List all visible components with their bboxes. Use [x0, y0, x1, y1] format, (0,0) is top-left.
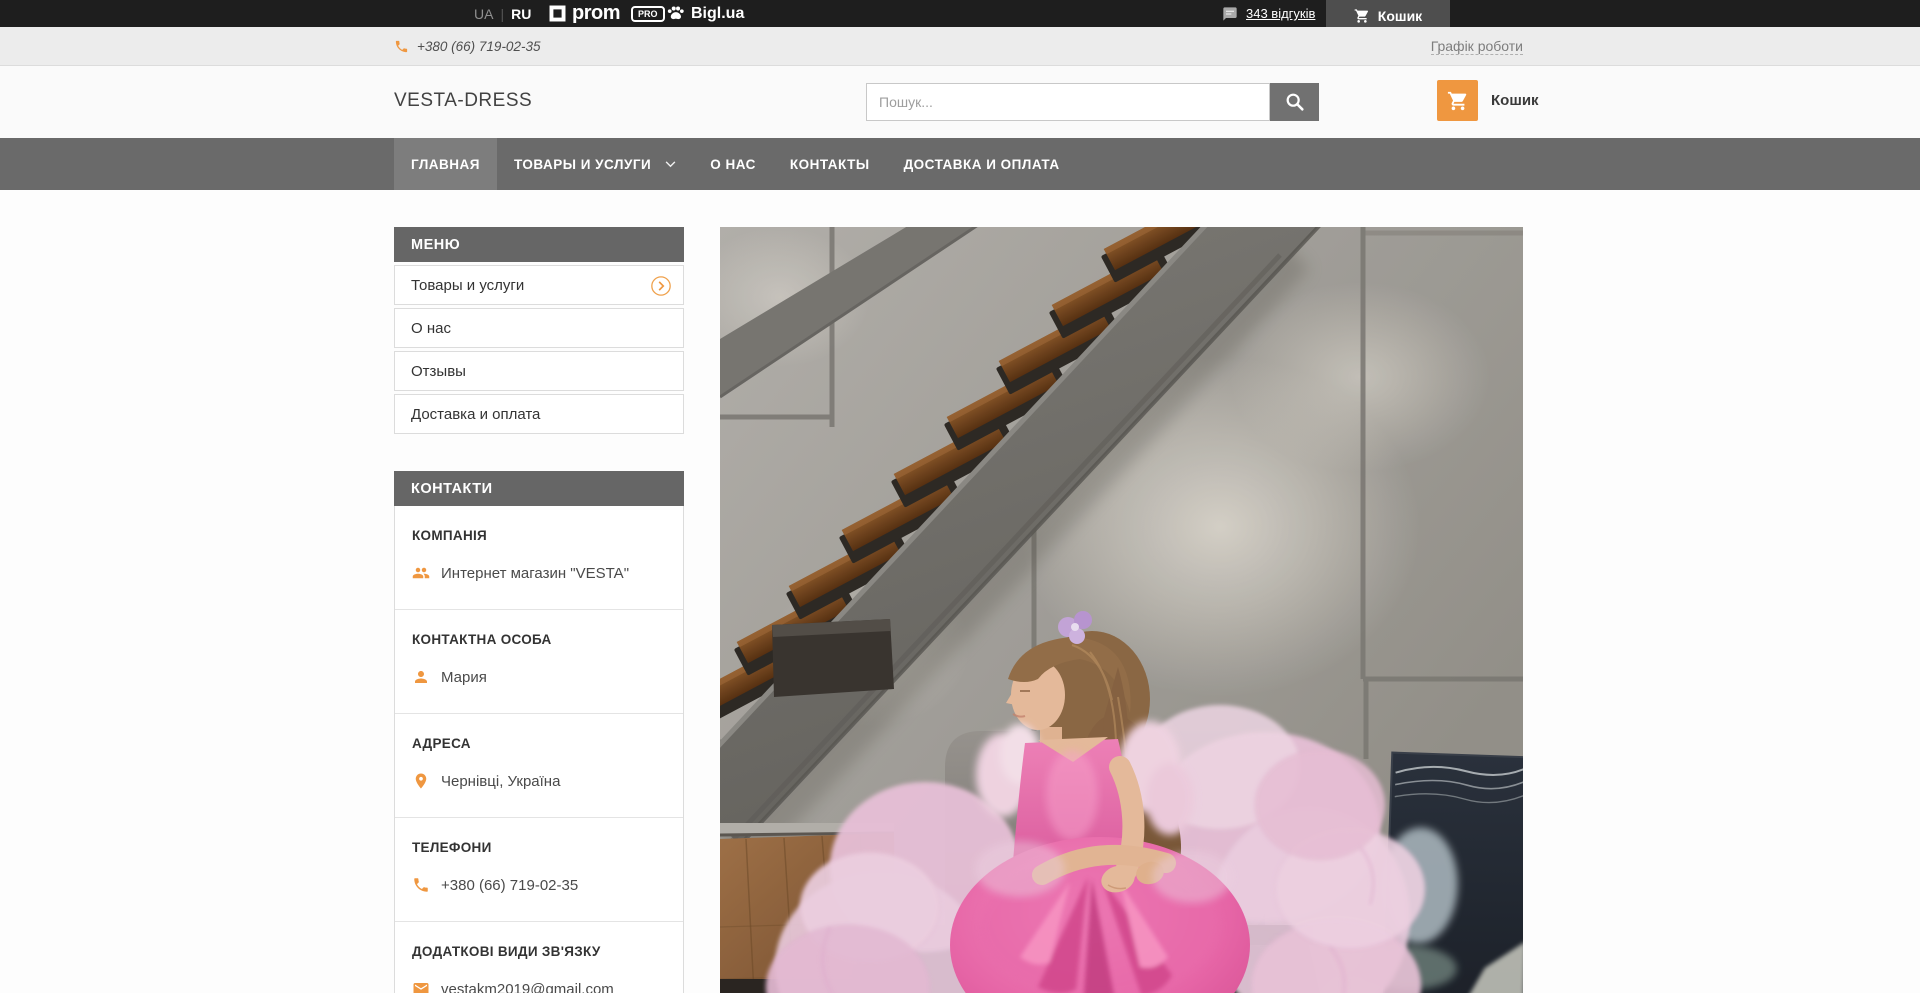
search-input[interactable] — [866, 83, 1270, 121]
header-cart-label: Кошик — [1491, 92, 1539, 109]
sidebar-item-delivery[interactable]: Доставка и оплата — [394, 394, 684, 434]
contact-value contact-phone[interactable]: +380 (66) 719-02-35 — [441, 877, 578, 894]
contact-section-phones: ТЕЛЕФОНИ +380 (66) 719-02-35 — [395, 818, 683, 922]
prom-logo[interactable]: prom PRO — [548, 0, 665, 27]
contact-heading: ДОДАТКОВІ ВИДИ ЗВ'ЯЗКУ — [412, 944, 666, 959]
nav-label: ГЛАВНАЯ — [411, 157, 480, 172]
contact-heading: ТЕЛЕФОНИ — [412, 840, 666, 855]
top-marketplace-bar: UA | RU prom PRO Bigl.ua 343 відгуків — [0, 0, 1920, 27]
contact-value: Интернет магазин "VESTA" — [441, 565, 629, 582]
search-button[interactable] — [1270, 83, 1319, 121]
sidebar-item-about[interactable]: О нас — [394, 308, 684, 348]
reviews-link[interactable]: 343 відгуків — [1246, 6, 1315, 21]
sidebar-item-label: Доставка и оплата — [411, 406, 540, 423]
sidebar-item-label: Товары и услуги — [411, 277, 524, 294]
lang-separator: | — [500, 6, 504, 22]
site-logo[interactable]: VESTA-DRESS — [394, 90, 532, 112]
lang-ua[interactable]: UA — [474, 6, 493, 22]
header-cart[interactable]: Кошик — [1437, 80, 1539, 121]
bigl-logo[interactable]: Bigl.ua — [666, 0, 744, 27]
site-header: VESTA-DRESS Кошик — [0, 66, 1920, 138]
language-switcher: UA | RU — [474, 0, 531, 27]
nav-item-contacts[interactable]: КОНТАКТЫ — [773, 138, 887, 190]
contact-value: Чернівці, Україна — [441, 773, 560, 790]
page: UA | RU prom PRO Bigl.ua 343 відгуків — [0, 0, 1920, 993]
pro-badge: PRO — [631, 6, 665, 22]
cart-icon — [1354, 8, 1370, 24]
nav-item-about[interactable]: О НАС — [693, 138, 773, 190]
search-icon — [1284, 91, 1306, 113]
speech-bubble-icon — [1222, 6, 1238, 22]
prom-logo-text: prom — [572, 2, 620, 25]
bigl-logo-text: Bigl.ua — [691, 5, 744, 23]
header-phone-number: +380 (66) 719-02-35 — [417, 39, 540, 54]
contacts-panel-header: КОНТАКТИ — [394, 471, 684, 506]
contact-heading: КОМПАНІЯ — [412, 528, 666, 543]
company-icon — [412, 564, 430, 582]
contacts-panel: КОМПАНІЯ Интернет магазин "VESTA" КОНТАК… — [394, 506, 684, 993]
nav-item-products[interactable]: ТОВАРЫ И УСЛУГИ — [497, 138, 693, 190]
header-phone[interactable]: +380 (66) 719-02-35 — [394, 27, 540, 66]
schedule-block: Графік роботи — [1431, 27, 1523, 66]
sidebar-item-products[interactable]: Товары и услуги — [394, 265, 684, 305]
location-icon — [412, 772, 430, 790]
menu-panel-header: МЕНЮ — [394, 227, 684, 262]
main-nav: ГЛАВНАЯ ТОВАРЫ И УСЛУГИ О НАС КОНТАКТЫ Д… — [0, 138, 1920, 190]
header-cart-button[interactable] — [1437, 80, 1478, 121]
person-icon — [412, 668, 430, 686]
prom-square-icon — [548, 4, 567, 23]
contact-heading: АДРЕСА — [412, 736, 666, 751]
contact-section-company: КОМПАНІЯ Интернет магазин "VESTA" — [395, 506, 683, 610]
nav-item-delivery[interactable]: ДОСТАВКА И ОПЛАТА — [887, 138, 1077, 190]
schedule-link[interactable]: Графік роботи — [1431, 38, 1523, 55]
email-icon — [412, 980, 430, 993]
nav-label: КОНТАКТЫ — [790, 157, 870, 172]
nav-label: О НАС — [710, 157, 756, 172]
chevron-down-icon — [665, 161, 676, 168]
cart-icon — [1447, 90, 1469, 112]
paw-icon — [666, 5, 685, 22]
phone-icon — [394, 39, 409, 54]
hero-photo — [720, 227, 1523, 993]
contact-section-person: КОНТАКТНА ОСОБА Мария — [395, 610, 683, 714]
contact-heading: КОНТАКТНА ОСОБА — [412, 632, 666, 647]
lang-ru[interactable]: RU — [511, 6, 531, 22]
nav-label: ДОСТАВКА И ОПЛАТА — [904, 157, 1060, 172]
topbar-cart-label: Кошик — [1378, 8, 1422, 24]
reviews-block: 343 відгуків — [1222, 0, 1315, 27]
sidebar-item-label: Отзывы — [411, 363, 466, 380]
nav-label: ТОВАРЫ И УСЛУГИ — [514, 157, 651, 172]
sidebar: МЕНЮ Товары и услуги О нас Отзывы Достав… — [394, 227, 684, 993]
search-bar — [866, 83, 1319, 121]
nav-item-home[interactable]: ГЛАВНАЯ — [394, 138, 497, 190]
sidebar-item-reviews[interactable]: Отзывы — [394, 351, 684, 391]
submenu-arrow-icon — [650, 275, 672, 301]
sidebar-item-label: О нас — [411, 320, 451, 337]
contact-section-address: АДРЕСА Чернівці, Україна — [395, 714, 683, 818]
info-bar: +380 (66) 719-02-35 Графік роботи — [0, 27, 1920, 66]
contact-section-email: ДОДАТКОВІ ВИДИ ЗВ'ЯЗКУ vestakm2019@gmail… — [395, 922, 683, 993]
phone-icon — [412, 876, 430, 894]
contact-value contact-email[interactable]: vestakm2019@gmail.com — [441, 981, 614, 993]
contact-value: Мария — [441, 669, 487, 686]
